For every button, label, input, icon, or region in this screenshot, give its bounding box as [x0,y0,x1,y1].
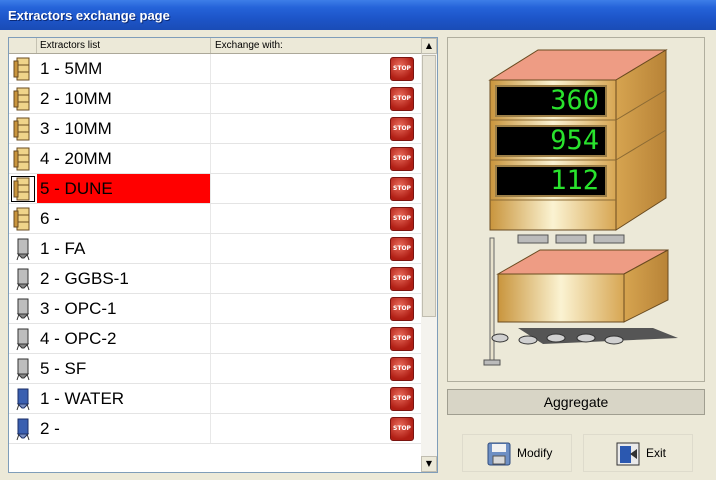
extractor-name[interactable]: 5 - SF [37,354,211,383]
scroll-thumb[interactable] [422,55,436,317]
extractor-name[interactable]: 3 - OPC-1 [37,294,211,323]
aggregate-label: Aggregate [447,389,705,415]
scroll-down-button[interactable]: ▼ [421,456,437,472]
exchange-cell[interactable] [212,54,387,83]
extractor-name[interactable]: 1 - 5MM [37,54,211,83]
stop-sign-icon[interactable]: STOP [390,177,414,201]
exit-door-icon [616,442,640,466]
sand-stack-icon [12,147,34,171]
modify-button[interactable]: Modify [462,434,572,472]
list-scrollbar[interactable]: ▲ ▼ [421,38,437,472]
list-item[interactable]: 1 - WATER STOP [9,384,421,414]
stop-sign-icon[interactable]: STOP [390,117,414,141]
sand-stack-icon [12,57,34,81]
exchange-cell[interactable] [212,144,387,173]
stop-sign-icon[interactable]: STOP [390,87,414,111]
list-item[interactable]: 1 - FA STOP [9,234,421,264]
water-tank-icon [12,417,34,441]
exchange-cell[interactable] [212,354,387,383]
cement-silo-icon [12,267,34,291]
exchange-cell[interactable] [212,324,387,353]
extractor-name[interactable]: 1 - FA [37,234,211,263]
extractor-name[interactable]: 2 - 10MM [37,84,211,113]
aggregate-bin-image: 360 954 112 [447,37,705,382]
extractor-name[interactable]: 1 - WATER [37,384,211,413]
exchange-cell[interactable] [212,174,387,203]
sand-stack-icon [12,117,34,141]
list-item[interactable]: 5 - DUNE STOP [9,174,421,204]
lcd-display-1: 360 [495,85,607,117]
cement-silo-icon [12,237,34,261]
list-item[interactable]: 2 - 10MM STOP [9,84,421,114]
stop-sign-icon[interactable]: STOP [390,417,414,441]
exchange-cell[interactable] [212,84,387,113]
extractors-list[interactable]: Extractors list Exchange with: 1 - 5MM ST… [8,37,438,473]
list-item[interactable]: 4 - 20MM STOP [9,144,421,174]
stop-sign-icon[interactable]: STOP [390,57,414,81]
stop-sign-icon[interactable]: STOP [390,327,414,351]
sand-stack-icon [11,176,35,202]
stop-sign-icon[interactable]: STOP [390,267,414,291]
stop-sign-icon[interactable]: STOP [390,237,414,261]
stop-sign-icon[interactable]: STOP [390,357,414,381]
lcd-display-3: 112 [495,165,607,197]
exchange-cell[interactable] [212,384,387,413]
lcd-display-2: 954 [495,125,607,157]
exchange-cell[interactable] [212,234,387,263]
list-item[interactable]: 2 - GGBS-1 STOP [9,264,421,294]
header-exchange[interactable]: Exchange with: [212,38,421,53]
modify-label: Modify [517,446,553,460]
cement-silo-icon [12,357,34,381]
header-extractors[interactable]: Extractors list [37,38,211,53]
exchange-cell[interactable] [212,114,387,143]
exchange-cell[interactable] [212,264,387,293]
stop-sign-icon[interactable]: STOP [390,387,414,411]
list-header: Extractors list Exchange with: [9,38,421,54]
exit-label: Exit [646,446,667,460]
list-item[interactable]: 3 - 10MM STOP [9,114,421,144]
water-tank-icon [12,387,34,411]
exchange-cell[interactable] [212,204,387,233]
exchange-cell[interactable] [212,414,387,443]
sand-stack-icon [12,207,34,231]
floppy-disk-icon [487,442,511,466]
stop-sign-icon[interactable]: STOP [390,297,414,321]
exit-button[interactable]: Exit [583,434,693,472]
exchange-cell[interactable] [212,294,387,323]
cement-silo-icon [12,327,34,351]
window-title: Extractors exchange page [8,8,170,23]
cement-silo-icon [12,297,34,321]
list-item[interactable]: 1 - 5MM STOP [9,54,421,84]
list-item[interactable]: 4 - OPC-2 STOP [9,324,421,354]
extractor-name[interactable]: 4 - OPC-2 [37,324,211,353]
list-item[interactable]: 5 - SF STOP [9,354,421,384]
extractor-name[interactable]: 3 - 10MM [37,114,211,143]
stop-sign-icon[interactable]: STOP [390,207,414,231]
extractor-name[interactable]: 4 - 20MM [37,144,211,173]
extractor-name[interactable]: 2 - [37,414,211,443]
list-item[interactable]: 3 - OPC-1 STOP [9,294,421,324]
title-bar: Extractors exchange page [0,0,716,30]
header-icon-column [9,38,37,53]
list-item[interactable]: 2 - STOP [9,414,421,444]
extractor-name[interactable]: 2 - GGBS-1 [37,264,211,293]
extractors-exchange-window: Extractors exchange page Extractors list… [0,0,716,480]
stop-sign-icon[interactable]: STOP [390,147,414,171]
sand-stack-icon [12,87,34,111]
extractor-name[interactable]: 6 - [37,204,211,233]
scroll-up-button[interactable]: ▲ [421,38,437,54]
extractor-name[interactable]: 5 - DUNE [37,174,211,203]
list-item[interactable]: 6 - STOP [9,204,421,234]
